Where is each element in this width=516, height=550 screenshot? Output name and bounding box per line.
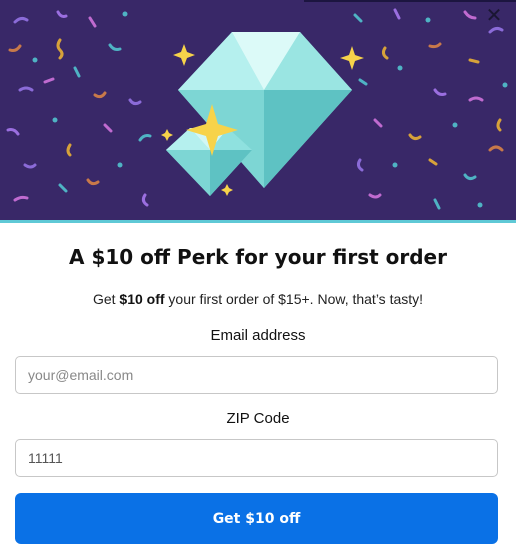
email-input[interactable]: [15, 356, 498, 394]
get-discount-button[interactable]: Get $10 off: [15, 493, 498, 544]
close-icon[interactable]: ✕: [484, 6, 504, 26]
subtitle-highlight: $10 off: [119, 291, 165, 307]
hero-banner: [0, 0, 516, 220]
zip-input[interactable]: [15, 439, 498, 477]
hero-divider: [0, 220, 516, 223]
top-strip: [304, 0, 516, 2]
subtitle-prefix: Get: [92, 291, 120, 307]
email-label: Email address: [210, 327, 306, 344]
subtitle-suffix: your first order of $15+. Now, that’s ta…: [164, 291, 424, 307]
diamond-gems-illustration: [6, 8, 508, 210]
offer-subtitle: Get $10 off your first order of $15+. No…: [0, 291, 516, 307]
offer-title: A $10 off Perk for your first order: [69, 245, 447, 269]
zip-label: ZIP Code: [226, 410, 290, 427]
